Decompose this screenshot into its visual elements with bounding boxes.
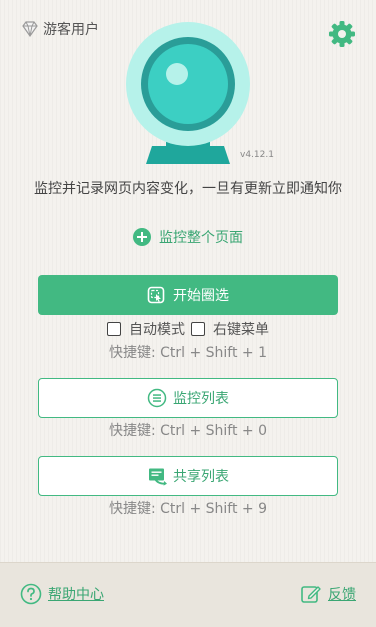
user-label: 游客用户 <box>43 22 99 38</box>
webcam-logo <box>126 22 250 164</box>
edit-icon <box>301 586 321 603</box>
auto-mode-label: 自动模式 <box>129 322 185 338</box>
user-badge[interactable]: 游客用户 <box>20 19 99 39</box>
monitor-whole-page-link[interactable]: 监控整个页面 <box>0 227 376 247</box>
diamond-icon <box>22 21 38 38</box>
monitor-list-button[interactable]: 监控列表 <box>38 378 338 418</box>
auto-mode-option[interactable]: 自动模式 <box>107 319 185 339</box>
help-center-link[interactable]: 帮助中心 <box>20 583 104 605</box>
shared-list-hotkey: 快捷键: Ctrl + Shift + 9 <box>108 501 268 517</box>
version-label: v4.12.1 <box>240 150 274 160</box>
auto-mode-checkbox[interactable] <box>107 322 121 336</box>
help-icon <box>20 583 42 605</box>
monitor-list-hotkey: 快捷键: Ctrl + Shift + 0 <box>108 423 268 439</box>
gear-icon[interactable] <box>328 20 356 48</box>
feedback-link[interactable]: 反馈 <box>300 583 356 605</box>
start-select-hotkey: 快捷键: Ctrl + Shift + 1 <box>108 345 268 361</box>
monitor-whole-page-label: 监控整个页面 <box>159 230 243 246</box>
shared-list-label: 共享列表 <box>173 469 229 485</box>
plus-circle-icon <box>133 228 151 246</box>
context-menu-checkbox[interactable] <box>191 322 205 336</box>
start-select-label: 开始圈选 <box>173 288 229 304</box>
context-menu-label: 右键菜单 <box>213 322 269 338</box>
start-select-button[interactable]: 开始圈选 <box>38 275 338 315</box>
select-icon <box>147 286 165 304</box>
share-icon <box>149 468 167 486</box>
description-text: 监控并记录网页内容变化，一旦有更新立即通知你 <box>34 181 342 197</box>
shared-list-button[interactable]: 共享列表 <box>38 456 338 496</box>
footer-bar: 帮助中心 反馈 <box>0 562 376 627</box>
select-options: 自动模式 右键菜单 <box>0 319 376 339</box>
feedback-label: 反馈 <box>328 587 356 603</box>
context-menu-option[interactable]: 右键菜单 <box>191 319 269 339</box>
list-icon <box>147 388 167 408</box>
monitor-list-label: 监控列表 <box>173 391 229 407</box>
help-center-label: 帮助中心 <box>48 587 104 603</box>
